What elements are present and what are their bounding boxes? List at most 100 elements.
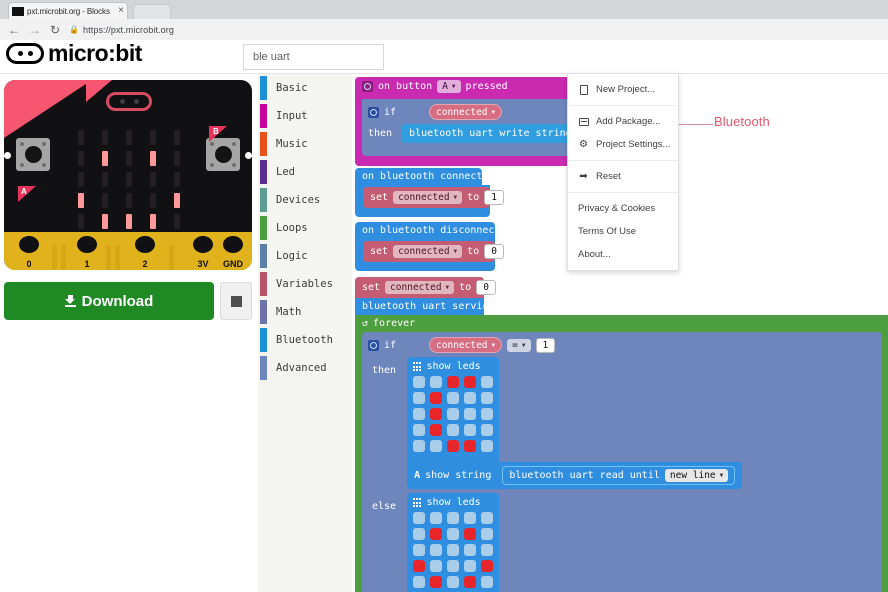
block-hat-bt-disconnected[interactable]: on bluetooth disconnected (355, 222, 495, 239)
variable-connected[interactable]: connected ▼ (429, 337, 502, 353)
block-uart-write-string[interactable]: bluetooth uart write string (401, 124, 580, 143)
block-show-string[interactable]: A show string bluetooth uart read until … (407, 462, 742, 489)
menu-item-about[interactable]: About... (568, 243, 678, 266)
led-cell[interactable] (413, 560, 425, 572)
number-field[interactable]: 0 (484, 244, 504, 259)
new-tab-button[interactable] (133, 4, 171, 19)
number-field[interactable]: 1 (536, 338, 556, 353)
led-cell[interactable] (430, 544, 442, 556)
gear-icon[interactable] (368, 340, 379, 351)
number-field[interactable]: 0 (476, 280, 496, 295)
led-matrix-then[interactable] (413, 376, 493, 452)
block-forever[interactable]: ↺ forever if connected ▼ = ▼ (355, 315, 888, 592)
block-if-else-main[interactable]: if connected ▼ = ▼ 1 (362, 332, 882, 592)
led-cell[interactable] (447, 376, 459, 388)
variable-field[interactable]: connected ▼ (393, 191, 462, 204)
variable-field[interactable]: connected ▼ (393, 245, 462, 258)
block-set-variable[interactable]: set connected ▼ to 0 (363, 241, 495, 262)
led-cell[interactable] (430, 560, 442, 572)
toolbox-category-advanced[interactable]: Advanced (258, 354, 352, 382)
block-on-bluetooth-connected[interactable]: on bluetooth connected set connected ▼ t… (355, 168, 490, 217)
led-cell[interactable] (413, 376, 425, 388)
toolbox-category-basic[interactable]: Basic (258, 74, 352, 102)
block-on-button-pressed[interactable]: on button A ▼ pressed if connected ▼ the… (355, 77, 576, 166)
led-cell[interactable] (413, 440, 425, 452)
menu-item-project-settings[interactable]: ⚙ Project Settings... (568, 133, 678, 156)
toolbox-category-loops[interactable]: Loops (258, 214, 352, 242)
toolbox-category-variables[interactable]: Variables (258, 270, 352, 298)
toolbox-category-music[interactable]: Music (258, 130, 352, 158)
led-cell[interactable] (481, 424, 493, 436)
led-cell[interactable] (464, 424, 476, 436)
variable-connected[interactable]: connected ▼ (429, 104, 502, 120)
gear-icon[interactable] (368, 107, 379, 118)
led-matrix-else[interactable] (413, 512, 493, 588)
number-field[interactable]: 1 (484, 190, 504, 205)
microbit-logo[interactable]: micro:bit (6, 42, 142, 65)
led-cell[interactable] (447, 576, 459, 588)
led-cell[interactable] (481, 544, 493, 556)
led-cell[interactable] (430, 408, 442, 420)
led-cell[interactable] (447, 544, 459, 556)
led-cell[interactable] (447, 424, 459, 436)
led-cell[interactable] (430, 528, 442, 540)
menu-item-privacy[interactable]: Privacy & Cookies (568, 197, 678, 220)
simulator-button-a[interactable] (16, 138, 50, 171)
led-cell[interactable] (413, 408, 425, 420)
led-cell[interactable] (430, 392, 442, 404)
led-cell[interactable] (413, 544, 425, 556)
menu-item-new-project[interactable]: New Project... (568, 78, 678, 101)
toolbox-category-led[interactable]: Led (258, 158, 352, 186)
menu-item-add-package[interactable]: Add Package... (568, 110, 678, 133)
browser-tab[interactable]: pxt.microbit.org - Blocks × (8, 2, 128, 19)
led-cell[interactable] (481, 408, 493, 420)
led-cell[interactable] (447, 528, 459, 540)
led-cell[interactable] (481, 440, 493, 452)
menu-item-reset[interactable]: ➡ Reset (568, 165, 678, 188)
led-cell[interactable] (447, 392, 459, 404)
edge-pin-2[interactable]: 2 (126, 232, 164, 270)
block-show-leds-then[interactable]: show leds (407, 357, 499, 462)
block-hat-bt-connected[interactable]: on bluetooth connected (355, 168, 482, 185)
variable-field[interactable]: connected ▼ (385, 281, 454, 294)
toolbox-category-math[interactable]: Math (258, 298, 352, 326)
toolbox-category-input[interactable]: Input (258, 102, 352, 130)
comparison-operator[interactable]: = ▼ (507, 339, 530, 352)
delimiter-field[interactable]: new line ▼ (665, 469, 728, 482)
edge-pin-gnd[interactable]: GND (214, 232, 252, 270)
block-main-stack[interactable]: set connected ▼ to 0 bluetooth uart serv… (355, 277, 888, 592)
search-input[interactable]: ble uart (243, 44, 384, 70)
led-cell[interactable] (481, 576, 493, 588)
led-cell[interactable] (413, 528, 425, 540)
toolbox-category-logic[interactable]: Logic (258, 242, 352, 270)
led-cell[interactable] (430, 512, 442, 524)
led-cell[interactable] (464, 528, 476, 540)
led-cell[interactable] (464, 560, 476, 572)
led-cell[interactable] (447, 512, 459, 524)
led-cell[interactable] (430, 576, 442, 588)
led-cell[interactable] (464, 512, 476, 524)
led-cell[interactable] (481, 392, 493, 404)
block-uart-read-until[interactable]: bluetooth uart read until new line ▼ (502, 466, 735, 485)
led-cell[interactable] (447, 440, 459, 452)
back-icon[interactable]: ← (8, 24, 20, 36)
stop-button[interactable] (220, 282, 252, 320)
menu-item-terms[interactable]: Terms Of Use (568, 220, 678, 243)
led-cell[interactable] (447, 560, 459, 572)
block-if-1[interactable]: if connected ▼ then bluetooth uart write… (362, 99, 576, 156)
led-cell[interactable] (481, 528, 493, 540)
toolbox-category-devices[interactable]: Devices (258, 186, 352, 214)
led-cell[interactable] (413, 576, 425, 588)
block-set-connected[interactable]: set connected ▼ to 0 (355, 277, 484, 298)
led-cell[interactable] (413, 424, 425, 436)
led-cell[interactable] (464, 576, 476, 588)
led-cell[interactable] (430, 424, 442, 436)
block-set-variable[interactable]: set connected ▼ to 1 (363, 187, 490, 208)
led-cell[interactable] (481, 376, 493, 388)
button-field[interactable]: A ▼ (437, 80, 460, 93)
toolbox-category-bluetooth[interactable]: Bluetooth (258, 326, 352, 354)
led-cell[interactable] (481, 560, 493, 572)
led-cell[interactable] (464, 440, 476, 452)
edge-pin-1[interactable]: 1 (68, 232, 106, 270)
block-hat-on-button[interactable]: on button A ▼ pressed (355, 77, 576, 96)
